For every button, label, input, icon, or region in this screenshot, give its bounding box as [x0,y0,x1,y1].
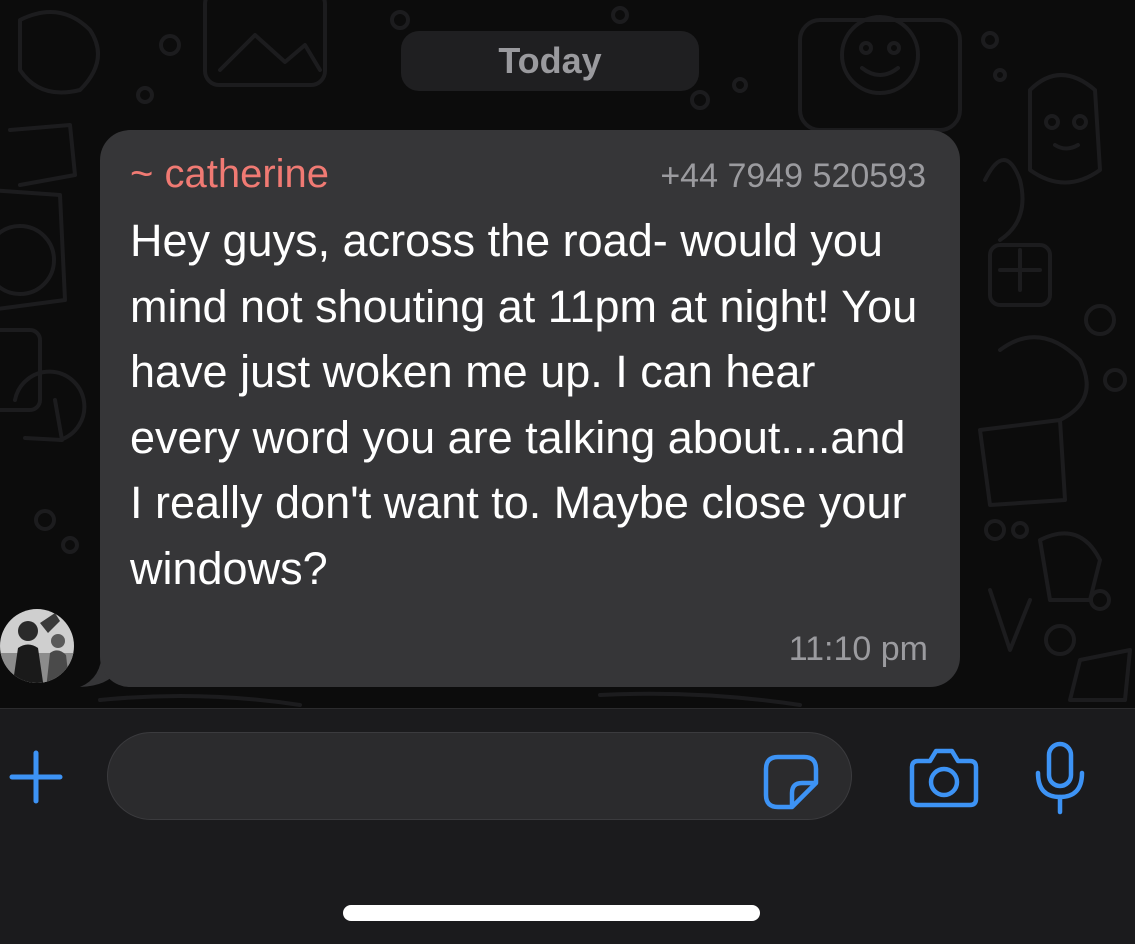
attach-button[interactable] [6,747,66,807]
home-indicator[interactable] [343,905,760,921]
message-input[interactable] [107,732,852,820]
camera-icon [909,748,979,808]
microphone-icon [1035,741,1085,815]
date-divider: Today [401,31,699,91]
message-timestamp: 11:10 pm [788,630,928,668]
microphone-button[interactable] [1032,741,1088,815]
chat-area: Today ~ catherine +44 7949 520593 Hey gu… [0,0,1135,708]
sender-phone-number[interactable]: +44 7949 520593 [660,156,926,196]
plus-icon [9,750,63,804]
message-text: Hey guys, across the road- would you min… [130,215,918,594]
sender-avatar[interactable] [0,603,74,689]
avatar-photo [0,609,74,683]
message-composer [0,708,1135,944]
message-bubble[interactable]: ~ catherine +44 7949 520593 Hey guys, ac… [100,130,960,687]
sticker-icon [763,754,819,810]
camera-button[interactable] [908,747,980,809]
sender-name[interactable]: ~ catherine [130,150,329,198]
sticker-button[interactable] [762,753,820,811]
